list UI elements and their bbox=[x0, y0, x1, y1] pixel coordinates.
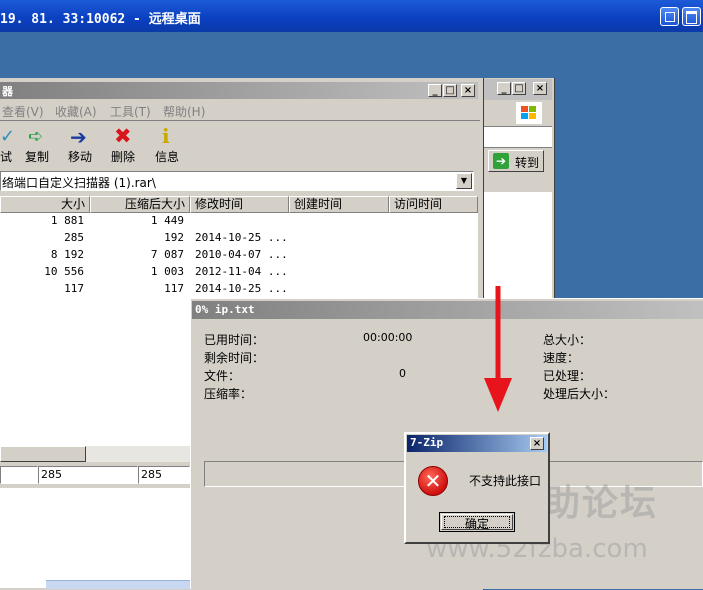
dialog-close-button[interactable]: × bbox=[530, 437, 544, 450]
fm-maximize-button[interactable]: □ bbox=[443, 84, 457, 97]
close-icon: × bbox=[532, 438, 542, 449]
bg-content bbox=[484, 192, 552, 298]
row-size: 10 556 bbox=[44, 265, 84, 278]
info-button[interactable]: i 信息 bbox=[152, 124, 184, 166]
chevron-down-icon: ▼ bbox=[460, 176, 468, 185]
test-button[interactable]: ✓ 试 bbox=[0, 126, 18, 166]
delete-button[interactable]: ✖ 删除 bbox=[108, 124, 140, 166]
menu-help[interactable]: 帮助(H) bbox=[163, 103, 205, 120]
row-modified: 2014-10-25 ... bbox=[195, 231, 288, 244]
col-size[interactable]: 大小 bbox=[0, 196, 90, 213]
filemanager-titlebar: 器 bbox=[0, 82, 478, 99]
error-dialog-titlebar: 7-Zip bbox=[407, 435, 547, 452]
bg-address bbox=[484, 127, 552, 148]
move-icon: ➔ bbox=[70, 125, 87, 149]
address-dropdown-button[interactable]: ▼ bbox=[456, 173, 472, 189]
col-packed-size[interactable]: 压缩后大小 bbox=[90, 196, 190, 213]
progress-title: 0% ip.txt bbox=[195, 303, 255, 316]
info-label: 信息 bbox=[155, 150, 180, 164]
rdp-title: 19. 81. 33:10062 - 远程桌面 bbox=[0, 12, 201, 27]
move-label: 移动 bbox=[68, 150, 93, 164]
move-button[interactable]: ➔ 移动 bbox=[64, 125, 96, 166]
goto-arrow-icon: ➔ bbox=[493, 153, 509, 169]
bg-maximize-button[interactable]: □ bbox=[512, 82, 526, 95]
elapsed-label: 已用时间： bbox=[204, 333, 265, 347]
address-text: 络端口自定义扫描器 (1).rar\ bbox=[2, 176, 156, 190]
copy-button[interactable]: ➪ 复制 bbox=[22, 126, 54, 166]
table-row[interactable]: 10 556 1 003 2012-11-04 ... bbox=[0, 264, 478, 281]
bg-strip bbox=[484, 176, 552, 192]
table-row[interactable]: 117 117 2014-10-25 ... bbox=[0, 281, 478, 298]
error-icon: ✕ bbox=[418, 466, 448, 496]
fm-close-button[interactable]: × bbox=[461, 84, 475, 97]
fm-minimize-button[interactable]: _ bbox=[428, 84, 442, 97]
delete-icon: ✖ bbox=[114, 124, 132, 148]
row-modified: 2010-04-07 ... bbox=[195, 248, 288, 261]
status-size: 285 bbox=[38, 466, 138, 484]
info-icon: i bbox=[162, 124, 170, 148]
menu-tools[interactable]: 工具(T) bbox=[110, 103, 151, 120]
menu-favorites[interactable]: 收藏(A) bbox=[55, 103, 97, 120]
table-row[interactable]: 8 192 7 087 2010-04-07 ... bbox=[0, 247, 478, 264]
address-combo[interactable]: 络端口自定义扫描器 (1).rar\ ▼ bbox=[0, 171, 474, 191]
status-packed: 285 bbox=[138, 466, 190, 484]
row-size: 8 192 bbox=[50, 248, 84, 261]
goto-button[interactable]: ➔ 转到 bbox=[488, 150, 544, 172]
elapsed-value: 00:00:00 bbox=[363, 331, 413, 344]
files-value: 0 bbox=[399, 367, 406, 380]
bg-minimize-button[interactable]: _ bbox=[497, 82, 511, 95]
red-arrow-annotation bbox=[484, 286, 512, 412]
speed-label: 速度： bbox=[543, 351, 580, 365]
copy-label: 复制 bbox=[25, 150, 50, 164]
row-size: 117 bbox=[64, 282, 84, 295]
restore-icon bbox=[665, 12, 675, 22]
remaining-label: 剩余时间： bbox=[204, 351, 265, 365]
ok-button[interactable]: 确定 bbox=[439, 512, 515, 532]
test-label: 试 bbox=[0, 150, 13, 164]
processed-label: 已处理： bbox=[543, 369, 592, 383]
col-created[interactable]: 创建时间 bbox=[289, 196, 389, 213]
processed-size-label: 处理后大小： bbox=[543, 387, 616, 401]
menu-view[interactable]: 查看(V) bbox=[2, 103, 44, 120]
delete-label: 删除 bbox=[111, 150, 136, 164]
lower-area bbox=[0, 488, 190, 588]
error-message: 不支持此接口 bbox=[469, 474, 542, 488]
copy-icon: ➪ bbox=[28, 126, 44, 147]
table-row[interactable]: 285 192 2014-10-25 ... bbox=[0, 230, 478, 247]
maximize-icon bbox=[686, 11, 697, 24]
horizontal-scrollbar[interactable] bbox=[0, 446, 86, 462]
windows-logo-icon bbox=[516, 102, 542, 124]
ok-label: 确定 bbox=[464, 517, 489, 531]
scrollbar-track[interactable] bbox=[86, 446, 190, 462]
row-packed: 1 449 bbox=[150, 214, 184, 227]
row-packed: 192 bbox=[164, 231, 184, 244]
row-modified: 2012-11-04 ... bbox=[195, 265, 288, 278]
ratio-label: 压缩率： bbox=[204, 387, 253, 401]
row-size: 285 bbox=[64, 231, 84, 244]
progress-titlebar: 0% ip.txt bbox=[192, 301, 703, 319]
filemanager-title: 器 bbox=[2, 85, 13, 98]
row-packed: 7 087 bbox=[150, 248, 184, 261]
row-size: 1 881 bbox=[50, 214, 84, 227]
row-modified: 2014-10-25 ... bbox=[195, 282, 288, 295]
test-icon: ✓ bbox=[0, 126, 16, 147]
status-cell bbox=[0, 466, 38, 484]
restore-button[interactable] bbox=[660, 7, 679, 26]
files-label: 文件： bbox=[204, 369, 241, 383]
goto-label: 转到 bbox=[515, 156, 540, 170]
col-accessed[interactable]: 访问时间 bbox=[389, 196, 478, 213]
col-modified[interactable]: 修改时间 bbox=[190, 196, 289, 213]
row-packed: 117 bbox=[164, 282, 184, 295]
maximize-button[interactable] bbox=[682, 7, 701, 26]
error-dialog-title: 7-Zip bbox=[410, 436, 444, 449]
total-size-label: 总大小： bbox=[543, 333, 592, 347]
table-row[interactable]: 1 881 1 449 bbox=[0, 213, 478, 230]
bg-close-button[interactable]: × bbox=[533, 82, 547, 95]
row-packed: 1 003 bbox=[150, 265, 184, 278]
